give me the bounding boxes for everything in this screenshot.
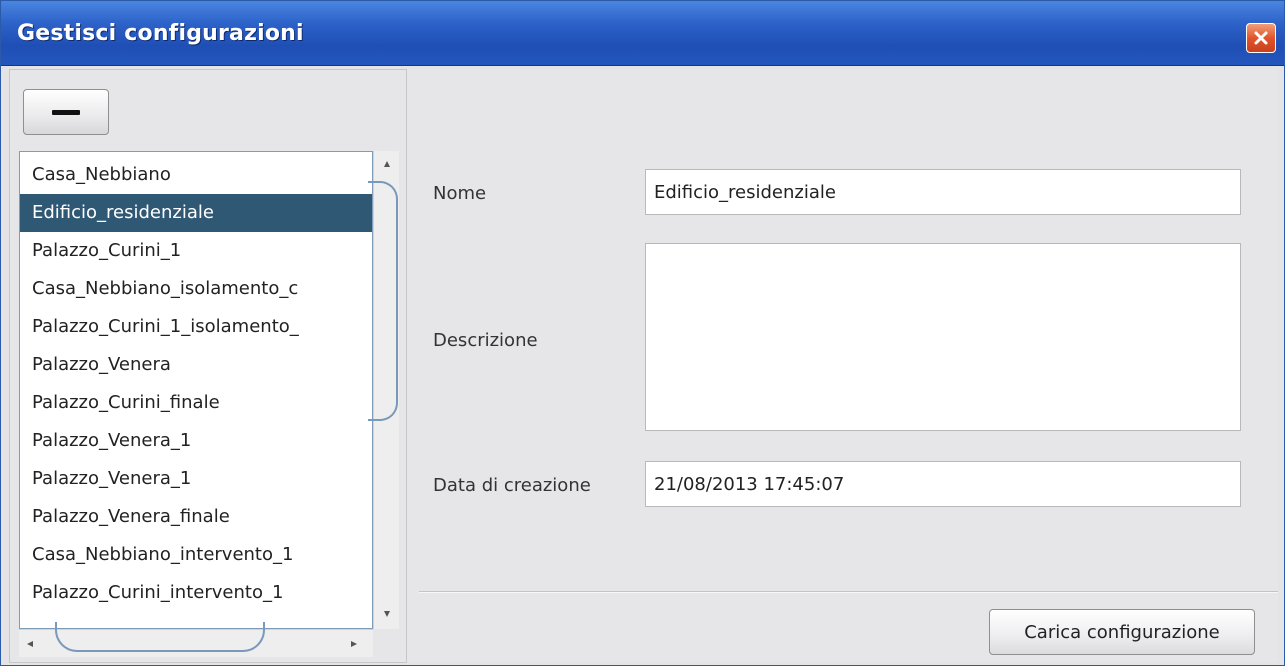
list-item[interactable]: Casa_Nebbiano <box>20 156 372 194</box>
vertical-scroll-thumb[interactable] <box>368 181 398 421</box>
arrow-up-icon[interactable] <box>382 159 392 169</box>
scroll-corner <box>373 629 399 657</box>
arrow-down-icon[interactable] <box>382 609 392 619</box>
list-item[interactable]: Palazzo_Venera <box>20 346 372 384</box>
list-item[interactable]: Casa_Nebbiano_isolamento_c <box>20 270 372 308</box>
list-item[interactable]: Palazzo_Venera_finale <box>20 498 372 536</box>
description-field[interactable] <box>645 243 1241 431</box>
divider <box>419 591 1278 593</box>
horizontal-scrollbar[interactable] <box>19 622 373 657</box>
creation-date-field[interactable] <box>645 461 1241 507</box>
close-button[interactable] <box>1246 23 1276 53</box>
description-label: Descrizione <box>433 330 538 351</box>
vertical-scrollbar[interactable] <box>368 151 399 629</box>
close-icon <box>1254 31 1268 45</box>
remove-configuration-button[interactable] <box>23 89 109 135</box>
arrow-right-icon[interactable] <box>349 639 359 649</box>
list-item[interactable]: Palazzo_Curini_finale <box>20 384 372 422</box>
list-item[interactable]: Palazzo_Venera_1 <box>20 422 372 460</box>
list-item[interactable]: Palazzo_Venera_1 <box>20 460 372 498</box>
name-label: Nome <box>433 183 487 204</box>
window-title: Gestisci configurazioni <box>17 21 304 46</box>
list-item[interactable]: Palazzo_Curini_intervento_1 <box>20 574 372 612</box>
configurations-list[interactable]: Casa_Nebbiano Edificio_residenziale Palazz… <box>19 151 373 629</box>
load-configuration-button[interactable]: Carica configurazione <box>989 609 1255 655</box>
manage-configurations-dialog: Gestisci configurazioni Casa_Nebbiano Edi… <box>0 0 1285 666</box>
name-field[interactable] <box>645 169 1241 215</box>
list-item[interactable]: Palazzo_Curini_1_isolamento_ <box>20 308 372 346</box>
list-item[interactable]: Palazzo_Curini_1 <box>20 232 372 270</box>
creation-date-label: Data di creazione <box>433 475 591 496</box>
arrow-left-icon[interactable] <box>25 639 35 649</box>
horizontal-scroll-thumb[interactable] <box>55 622 265 652</box>
title-bar[interactable]: Gestisci configurazioni <box>1 1 1284 66</box>
minus-icon <box>52 109 80 115</box>
list-item[interactable]: Casa_Nebbiano_intervento_1 <box>20 536 372 574</box>
list-item-selected[interactable]: Edificio_residenziale <box>20 194 372 232</box>
